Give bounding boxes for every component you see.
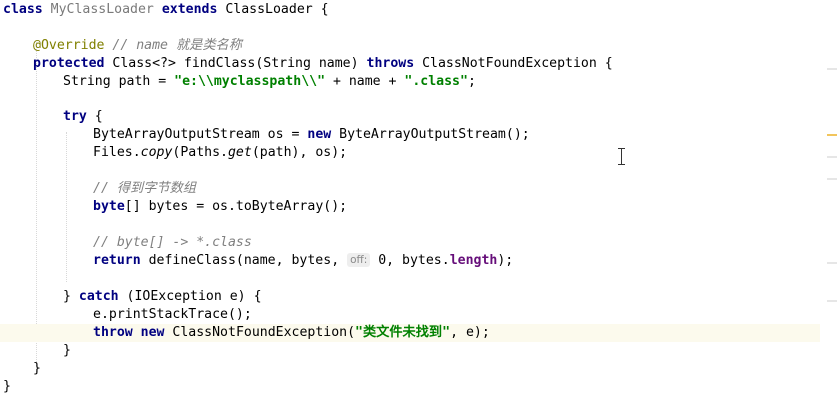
string-literal: "e:\\myclasspath\\" (174, 74, 326, 89)
keyword-throws: throws (366, 56, 415, 71)
code-line-8[interactable]: // 得到字节数组 (93, 180, 837, 198)
field-reference: length (449, 253, 498, 268)
code-text: [] bytes = os.toByteArray(); (124, 199, 348, 214)
scroll-marker-warning[interactable] (827, 134, 837, 136)
code-text: { (86, 109, 103, 124)
indent-guide (66, 132, 67, 282)
code-text: ByteArrayOutputStream os = (93, 127, 308, 142)
indent-guide (36, 42, 37, 372)
code-line-13[interactable]: e.printStackTrace(); (93, 306, 837, 324)
scroll-marker[interactable] (827, 178, 837, 180)
keyword-catch: catch (78, 289, 119, 304)
code-line-17[interactable]: } (3, 378, 823, 396)
code-line-14-current[interactable]: throw new ClassNotFoundException("类文件未找到… (0, 324, 820, 342)
code-line-4[interactable]: String path = "e:\\myclasspath\\" + name… (63, 73, 837, 91)
code-text: String path = (63, 74, 175, 89)
text-cursor-icon (617, 148, 626, 165)
scroll-marker[interactable] (827, 300, 837, 302)
code-text: } (33, 361, 41, 376)
comment: // byte[] -> *.class (93, 235, 252, 250)
code-line-1[interactable]: class MyClassLoader extends ClassLoader … (3, 1, 823, 19)
code-text: (Paths. (172, 145, 228, 160)
code-line-3[interactable]: protected Class<?> findClass(String name… (33, 55, 837, 73)
code-line-5[interactable]: try { (63, 108, 837, 126)
keyword-return: return (93, 253, 141, 268)
string-literal: ".class" (404, 74, 468, 89)
keyword-extends: extends (161, 2, 218, 17)
scroll-marker[interactable] (827, 68, 837, 70)
code-text: } (3, 379, 11, 394)
code-text: (path), os); (251, 145, 348, 160)
code-text: ); (497, 253, 514, 268)
parameter-hint: off: (347, 253, 371, 267)
code-text: e.printStackTrace(); (93, 307, 252, 322)
code-text: } (63, 343, 71, 358)
static-method: get (227, 145, 252, 160)
code-text: ClassNotFoundException( (164, 325, 356, 340)
class-name: MyClassLoader (50, 2, 154, 17)
keyword-throw: throw (93, 325, 133, 340)
static-method: copy (140, 145, 173, 160)
scroll-marker[interactable] (827, 262, 837, 264)
code-text: Files. (93, 145, 141, 160)
exception-type: ClassNotFoundException { (422, 56, 613, 71)
comment: // name 就是类名称 (112, 38, 242, 53)
annotation: @Override (33, 38, 105, 53)
code-line-2[interactable]: @Override // name 就是类名称 (33, 37, 837, 55)
code-editor[interactable]: class MyClassLoader extends ClassLoader … (0, 0, 837, 402)
string-literal: "类文件未找到" (355, 325, 451, 340)
keyword-new: new (307, 127, 332, 142)
code-line-15[interactable]: } (63, 342, 837, 360)
code-text: } (63, 289, 79, 304)
code-text: 0, bytes. (370, 253, 450, 268)
code-text: defineClass(name, bytes, (140, 253, 348, 268)
keyword-class: class (3, 2, 43, 17)
parent-class: ClassLoader { (225, 2, 329, 17)
keyword-protected: protected (33, 56, 105, 71)
code-line-10[interactable]: // byte[] -> *.class (93, 234, 837, 252)
method-signature: Class<?> findClass(String name) (112, 56, 359, 71)
code-text: ; (467, 74, 476, 89)
code-line-7[interactable]: Files.copy(Paths.get(path), os); (93, 144, 837, 162)
code-line-9[interactable]: byte[] bytes = os.toByteArray(); (93, 198, 837, 216)
code-text: ByteArrayOutputStream(); (331, 127, 530, 142)
code-line-12[interactable]: } catch (IOException e) { (63, 288, 837, 306)
code-line-6[interactable]: ByteArrayOutputStream os = new ByteArray… (93, 126, 837, 144)
keyword-try: try (63, 109, 87, 124)
comment: // 得到字节数组 (93, 181, 196, 196)
code-line-16[interactable]: } (33, 360, 837, 378)
code-line-11[interactable]: return defineClass(name, bytes, off: 0, … (93, 252, 837, 270)
code-text: + name + (325, 74, 405, 89)
code-text: , e); (450, 325, 490, 340)
keyword-new: new (140, 325, 165, 340)
keyword-byte: byte (93, 199, 125, 214)
scroll-marker[interactable] (827, 156, 837, 158)
code-text: (IOException e) { (118, 289, 262, 304)
